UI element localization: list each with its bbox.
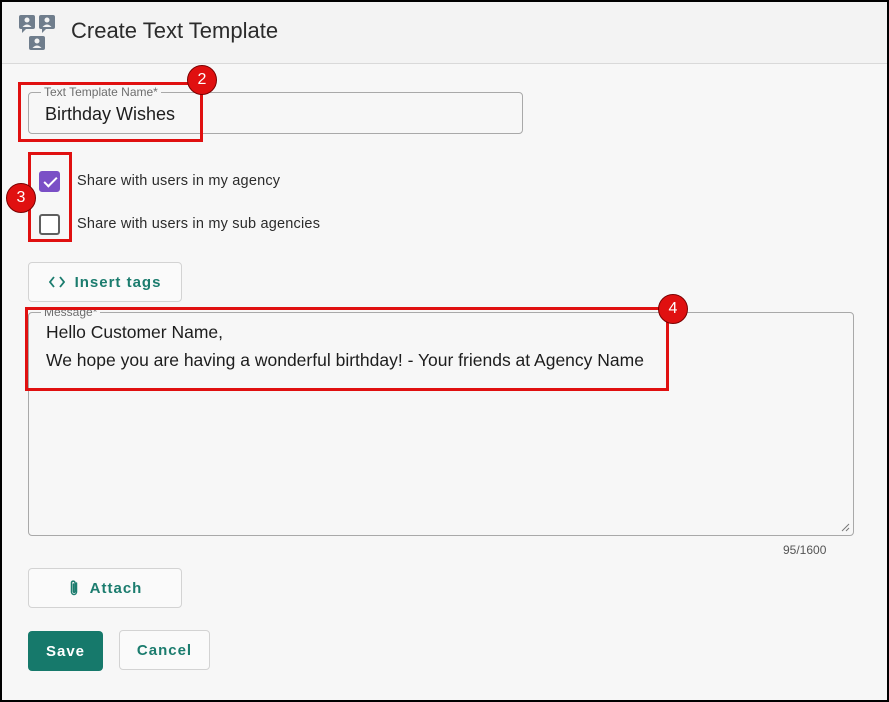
callout-badge-2: 2 <box>187 65 217 95</box>
callout-box-template-name <box>18 82 203 142</box>
dialog-frame: Create Text Template Text Template Name*… <box>0 0 889 702</box>
contacts-tree-icon <box>19 15 55 50</box>
character-counter: 95/1600 <box>783 543 827 557</box>
share-sub-agencies-row[interactable]: Share with users in my sub agencies <box>39 212 320 236</box>
callout-badge-4: 4 <box>658 294 688 324</box>
callout-box-message <box>25 307 669 391</box>
paperclip-icon <box>70 580 77 596</box>
insert-tags-label: Insert tags <box>74 273 162 291</box>
save-button[interactable]: Save <box>28 631 103 671</box>
page-title: Create Text Template <box>71 18 279 43</box>
share-agency-row[interactable]: Share with users in my agency <box>39 169 280 193</box>
resize-handle-icon[interactable] <box>840 522 850 532</box>
cancel-button[interactable]: Cancel <box>119 630 210 670</box>
share-sub-agencies-label: Share with users in my sub agencies <box>77 216 321 232</box>
attach-label: Attach <box>89 579 143 597</box>
dialog-header: Create Text Template <box>2 2 887 64</box>
callout-badge-3: 3 <box>6 183 36 213</box>
attach-button[interactable]: Attach <box>28 568 182 608</box>
insert-tags-button[interactable]: Insert tags <box>28 262 182 302</box>
cancel-label: Cancel <box>136 641 193 659</box>
share-agency-label: Share with users in my agency <box>77 173 281 189</box>
code-brackets-icon <box>48 276 65 288</box>
